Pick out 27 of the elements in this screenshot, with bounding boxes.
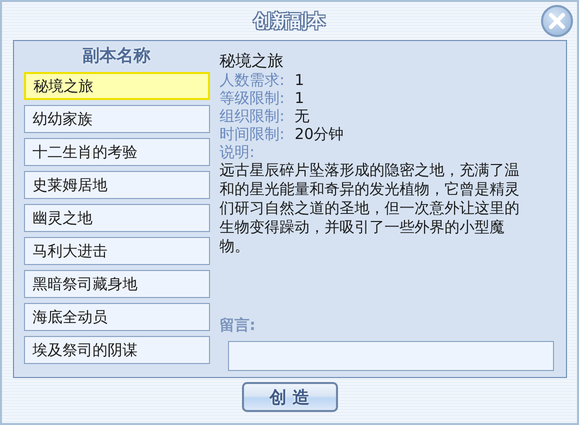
create-button[interactable]: 创 造 [242,382,338,412]
window-title: 创新副本 [254,9,326,33]
dungeon-list-item[interactable]: 幼幼家族 [24,105,210,133]
close-icon [548,12,566,30]
dungeon-list-item[interactable]: 幽灵之地 [24,204,210,232]
field-label: 人数需求: [220,71,285,89]
dungeon-name: 秘境之旅 [220,51,284,71]
description-text: 远古星辰碎片坠落形成的隐密之地，充满了温和的星光能量和奇异的发光植物，它曾是精灵们研习自然之道的圣地，但一次意外让这里的生物变得躁动，并吸引了一些外界的小型魔物。 [220,161,520,256]
field-value: 无 [294,107,310,125]
field-label: 时间限制: [220,125,285,143]
description-label: 说明: [220,143,255,161]
field-label: 组织限制: [220,107,285,125]
dungeon-list-item[interactable]: 海底全动员 [24,303,210,331]
close-button[interactable] [541,5,573,37]
dungeon-list-item[interactable]: 马利大进击 [24,237,210,265]
dungeon-list-item[interactable]: 黑暗祭司藏身地 [24,270,210,298]
message-field[interactable] [228,341,554,371]
field-value: 1 [294,71,304,89]
dungeon-list-item[interactable]: 秘境之旅 [24,72,210,100]
message-label: 留言: [220,316,256,335]
field-value: 1 [294,89,304,107]
field-label: 等级限制: [220,89,285,107]
dungeon-list-item[interactable]: 十二生肖的考验 [24,138,210,166]
list-heading: 副本名称 [82,45,150,67]
dungeon-list-item[interactable]: 埃及祭司的阴谋 [24,336,210,364]
dungeon-list-item[interactable]: 史莱姆居地 [24,171,210,199]
field-value: 20分钟 [294,125,344,143]
